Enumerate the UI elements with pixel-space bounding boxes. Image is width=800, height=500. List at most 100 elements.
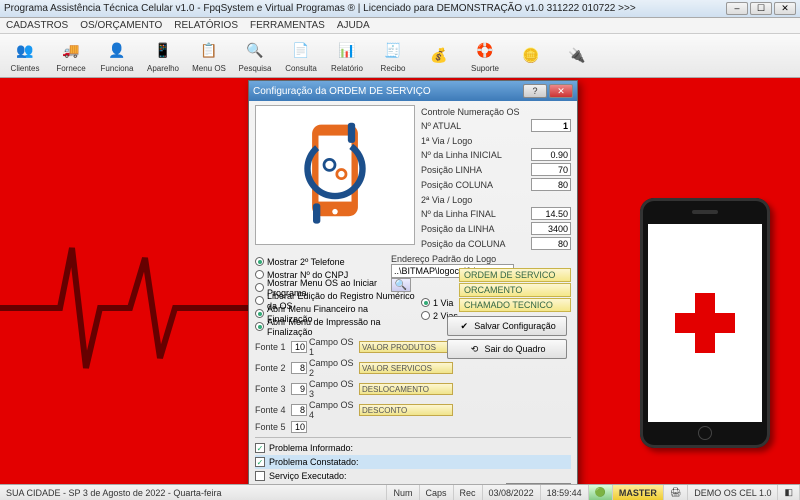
tab-orcamento[interactable]: ORCAMENTO — [459, 283, 571, 297]
tb-recibo[interactable]: 🧾Recibo — [372, 36, 414, 76]
phone-icon: 📱 — [151, 39, 175, 63]
maximize-button[interactable]: ☐ — [750, 2, 772, 15]
opt-abrir-impressao[interactable] — [255, 322, 264, 331]
via2-pos-coluna[interactable]: 80 — [531, 237, 571, 250]
tb-money[interactable]: 💰 — [418, 36, 460, 76]
search-icon: 🔍 — [395, 280, 407, 291]
opt-mostrar-menuos[interactable] — [255, 283, 264, 292]
tab-os[interactable]: ORDEM DE SERVICO — [459, 268, 571, 282]
tb-consulta[interactable]: 📄Consulta — [280, 36, 322, 76]
opt-liberar-edicao[interactable] — [255, 296, 264, 305]
menu-ferramentas[interactable]: FERRAMENTAS — [250, 20, 325, 31]
logo-preview — [255, 105, 415, 245]
tb-exit[interactable]: 🔌 — [556, 36, 598, 76]
status-time: 18:59:44 — [541, 485, 589, 500]
via1-pos-coluna[interactable]: 80 — [531, 178, 571, 191]
via1-linha-inicial[interactable]: 0.90 — [531, 148, 571, 161]
radio-2vias[interactable] — [421, 311, 430, 320]
toolbar: 👥Clientes 🚚Fornece 👤Funciona 📱Aparelho 📋… — [0, 34, 800, 78]
status-date: 03/08/2022 — [483, 485, 541, 500]
status-db-icon: 🟢 — [589, 485, 613, 500]
list-icon: 📋 — [197, 39, 221, 63]
endereco-label: Endereço Padrão do Logo — [391, 254, 571, 264]
browse-button[interactable]: 🔍 — [391, 278, 411, 292]
via2-label: 2ª Via / Logo — [421, 195, 571, 205]
tb-pesquisa[interactable]: 🔍Pesquisa — [234, 36, 276, 76]
fonte4[interactable]: 8 — [291, 404, 307, 416]
close-button[interactable]: ✕ — [774, 2, 796, 15]
n-atual-value[interactable]: 1 — [531, 119, 571, 132]
via2-linha-final[interactable]: 14.50 — [531, 207, 571, 220]
opt-abrir-financeiro[interactable] — [255, 309, 264, 318]
tb-aparelho[interactable]: 📱Aparelho — [142, 36, 184, 76]
fonte5[interactable]: 10 — [291, 421, 307, 433]
back-icon: ⟲ — [468, 343, 480, 355]
tb-coins[interactable]: 🪙 — [510, 36, 552, 76]
tb-menuos[interactable]: 📋Menu OS — [188, 36, 230, 76]
dialog-title: Configuração da ORDEM DE SERVIÇO — [253, 86, 523, 97]
fonte3[interactable]: 9 — [291, 383, 307, 395]
search-icon: 🔍 — [243, 39, 267, 63]
chk-problema-constatado[interactable] — [255, 457, 265, 467]
status-logo-icon: ◧ — [778, 485, 800, 500]
chk-servico-executado[interactable] — [255, 471, 265, 481]
people-icon: 👥 — [13, 39, 37, 63]
main-titlebar: Programa Assistência Técnica Celular v1.… — [0, 0, 800, 18]
campo-os3[interactable]: DESLOCAMENTO — [359, 383, 453, 395]
status-rec: Rec — [454, 485, 483, 500]
doc-icon: 📄 — [289, 39, 313, 63]
minimize-button[interactable]: – — [726, 2, 748, 15]
worker-icon: 👤 — [105, 39, 129, 63]
exit-button[interactable]: ⟲Sair do Quadro — [447, 339, 567, 359]
status-right: DEMO OS CEL 1.0 — [688, 485, 778, 500]
tb-funciona[interactable]: 👤Funciona — [96, 36, 138, 76]
dialog-titlebar: Configuração da ORDEM DE SERVIÇO ? ✕ — [249, 81, 577, 101]
status-master: MASTER — [613, 485, 664, 500]
window-title: Programa Assistência Técnica Celular v1.… — [4, 3, 726, 14]
dialog-close-button[interactable]: ✕ — [549, 84, 573, 98]
tab-chamado[interactable]: CHAMADO TECNICO — [459, 298, 571, 312]
menu-os-orcamento[interactable]: OS/ORÇAMENTO — [80, 20, 162, 31]
status-printer-icon: 🖨 — [664, 485, 688, 500]
red-cross-icon — [675, 293, 735, 353]
campo-os2[interactable]: VALOR SERVICOS — [359, 362, 453, 374]
status-bar: SUA CIDADE - SP 3 de Agosto de 2022 - Qu… — [0, 484, 800, 500]
menu-cadastros[interactable]: CADASTROS — [6, 20, 68, 31]
tb-clientes[interactable]: 👥Clientes — [4, 36, 46, 76]
opt-mostrar-2tel[interactable] — [255, 257, 264, 266]
fonte1[interactable]: 10 — [291, 341, 307, 353]
radio-1via[interactable] — [421, 298, 430, 307]
exit-icon: 🔌 — [564, 42, 590, 68]
campo-os1[interactable]: VALOR PRODUTOS — [359, 341, 453, 353]
tb-suporte[interactable]: 🛟Suporte — [464, 36, 506, 76]
phone-illustration — [640, 198, 770, 448]
receipt-icon: 🧾 — [381, 39, 405, 63]
truck-icon: 🚚 — [59, 39, 83, 63]
dialog.via2-pos-linha[interactable]: 3400 — [531, 222, 571, 235]
status-caps: Caps — [420, 485, 454, 500]
tb-fornece[interactable]: 🚚Fornece — [50, 36, 92, 76]
save-button[interactable]: ✔Salvar Configuração — [447, 316, 567, 336]
menu-ajuda[interactable]: AJUDA — [337, 20, 370, 31]
dialog-help-button[interactable]: ? — [523, 84, 547, 98]
status-left: SUA CIDADE - SP 3 de Agosto de 2022 - Qu… — [0, 485, 387, 500]
controle-label: Controle Numeração OS — [421, 107, 571, 117]
chart-icon: 📊 — [335, 39, 359, 63]
opt-mostrar-cnpj[interactable] — [255, 270, 264, 279]
menu-relatorios[interactable]: RELATÓRIOS — [174, 20, 238, 31]
campo-os4[interactable]: DESCONTO — [359, 404, 453, 416]
support-icon: 🛟 — [473, 39, 497, 63]
status-num: Num — [387, 485, 419, 500]
via1-pos-linha[interactable]: 70 — [531, 163, 571, 176]
n-atual-label: Nº ATUAL — [421, 121, 528, 131]
tb-relatorio[interactable]: 📊Relatório — [326, 36, 368, 76]
fonte2[interactable]: 8 — [291, 362, 307, 374]
menu-bar: CADASTROS OS/ORÇAMENTO RELATÓRIOS FERRAM… — [0, 18, 800, 34]
via1-label: 1ª Via / Logo — [421, 136, 571, 146]
chk-problema-informado[interactable] — [255, 443, 265, 453]
obs-padrao-button[interactable]: OBS Padrão — [506, 483, 571, 484]
money-icon: 💰 — [426, 42, 452, 68]
workspace: Configuração da ORDEM DE SERVIÇO ? ✕ — [0, 78, 800, 484]
coins-icon: 🪙 — [518, 42, 544, 68]
check-icon: ✔ — [458, 320, 470, 332]
